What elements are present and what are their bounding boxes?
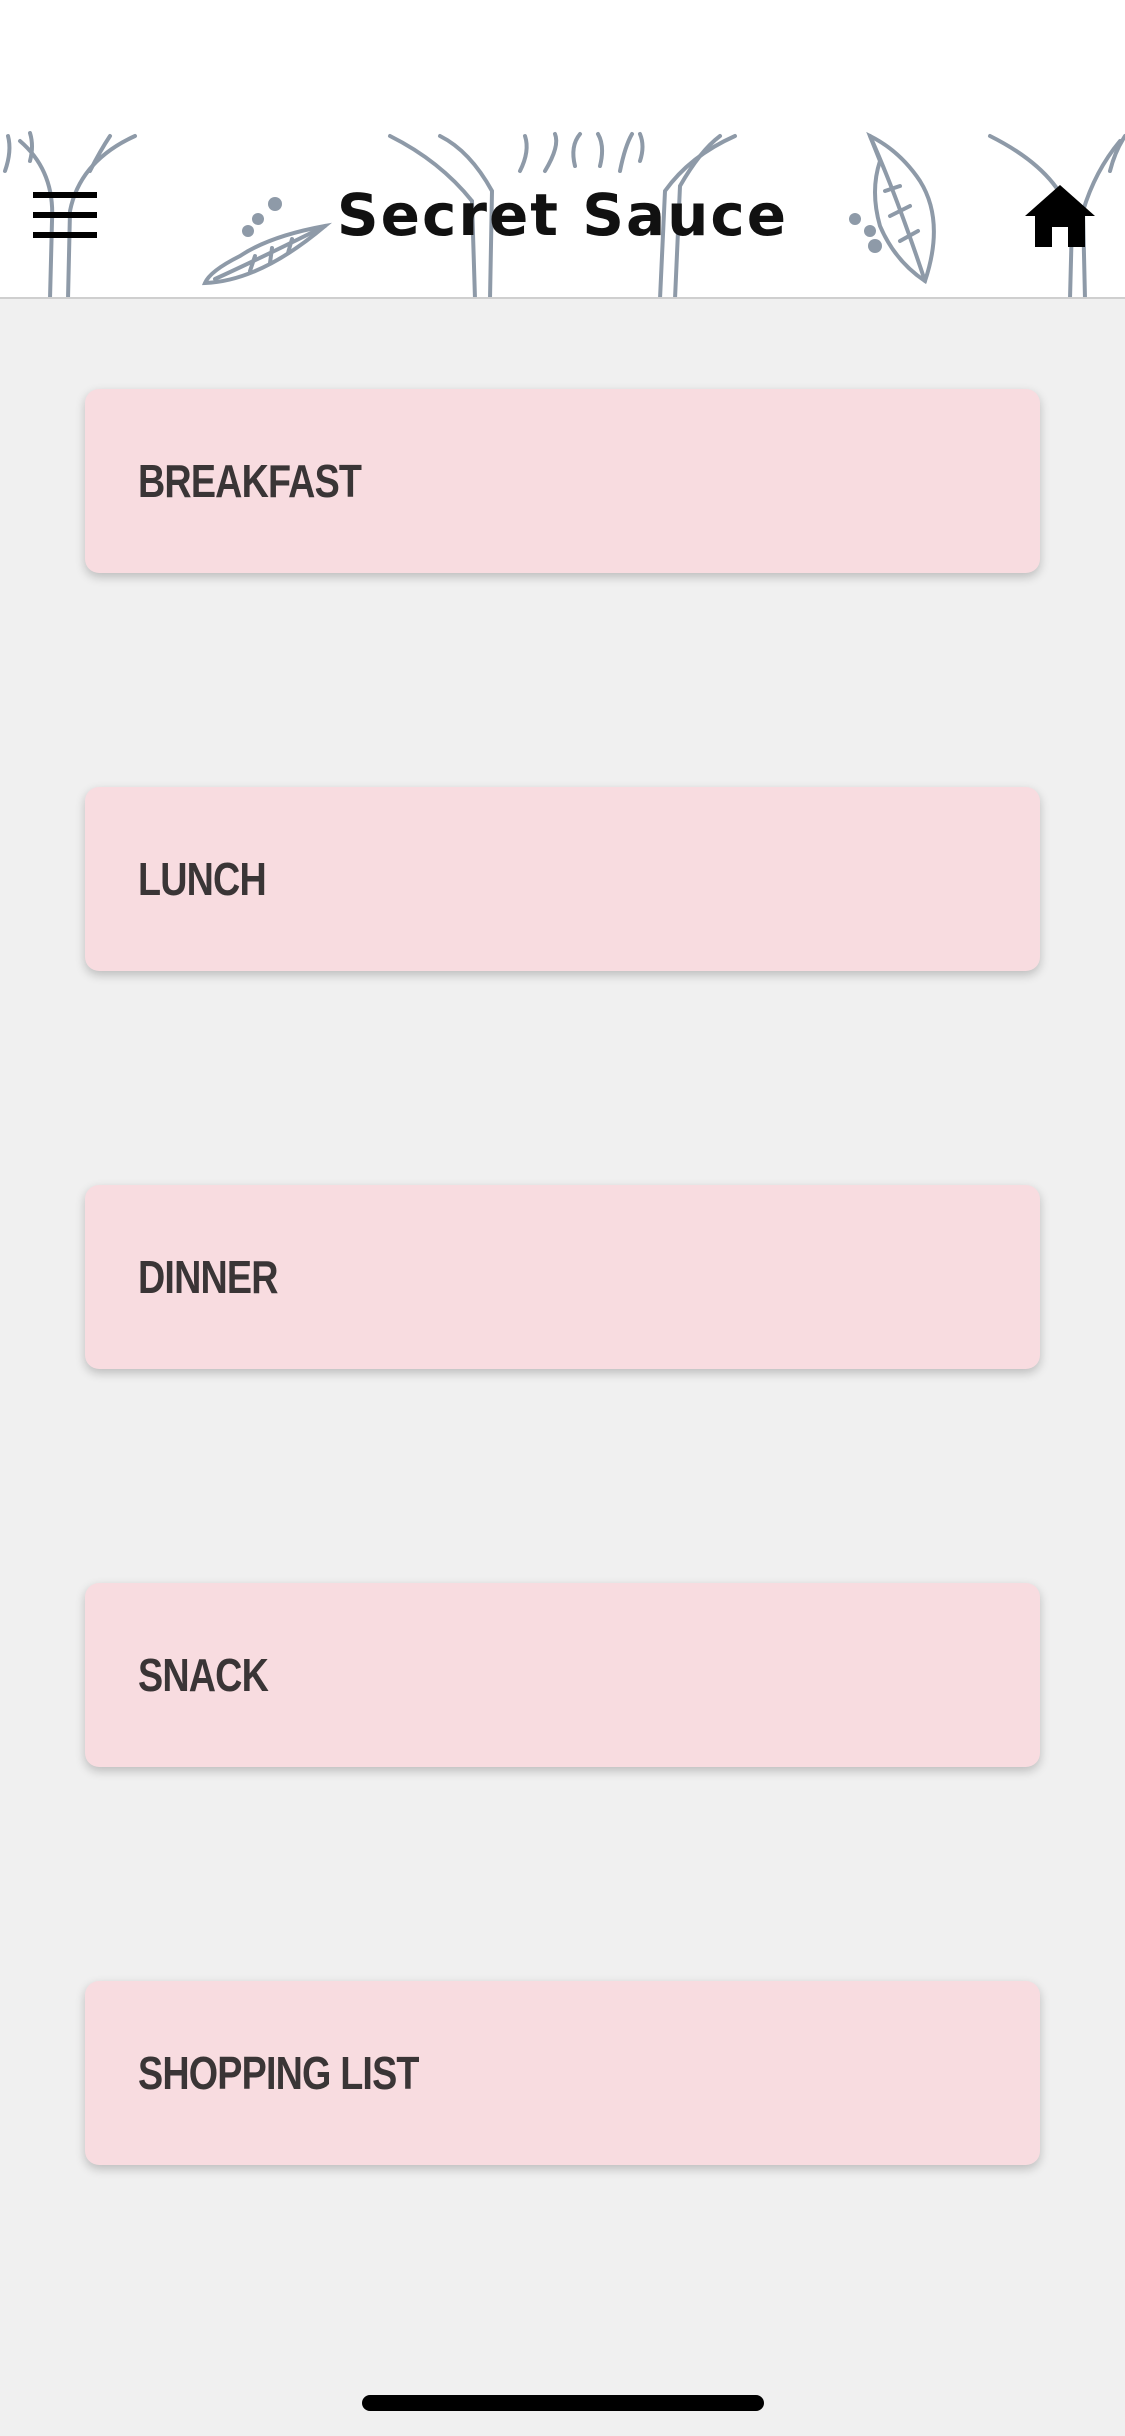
- botanical-decor-illustration: [3, 131, 1125, 297]
- home-button[interactable]: [1010, 171, 1110, 261]
- menu-button[interactable]: [22, 176, 108, 254]
- home-indicator-bar[interactable]: [362, 2395, 764, 2411]
- status-bar: [0, 0, 1125, 131]
- home-icon: [1025, 185, 1095, 247]
- snack-card[interactable]: SNACK: [85, 1583, 1040, 1767]
- dinner-card[interactable]: DINNER: [85, 1185, 1040, 1369]
- app-header: Secret Sauce: [0, 131, 1125, 299]
- card-label: DINNER: [138, 1251, 279, 1303]
- card-label: BREAKFAST: [138, 455, 362, 507]
- card-label: SHOPPING LIST: [138, 2047, 419, 2099]
- card-label: SNACK: [138, 1649, 269, 1701]
- shopping-list-card[interactable]: SHOPPING LIST: [85, 1981, 1040, 2165]
- breakfast-card[interactable]: BREAKFAST: [85, 389, 1040, 573]
- card-label: LUNCH: [138, 853, 267, 905]
- lunch-card[interactable]: LUNCH: [85, 787, 1040, 971]
- hamburger-menu-icon: [33, 192, 97, 238]
